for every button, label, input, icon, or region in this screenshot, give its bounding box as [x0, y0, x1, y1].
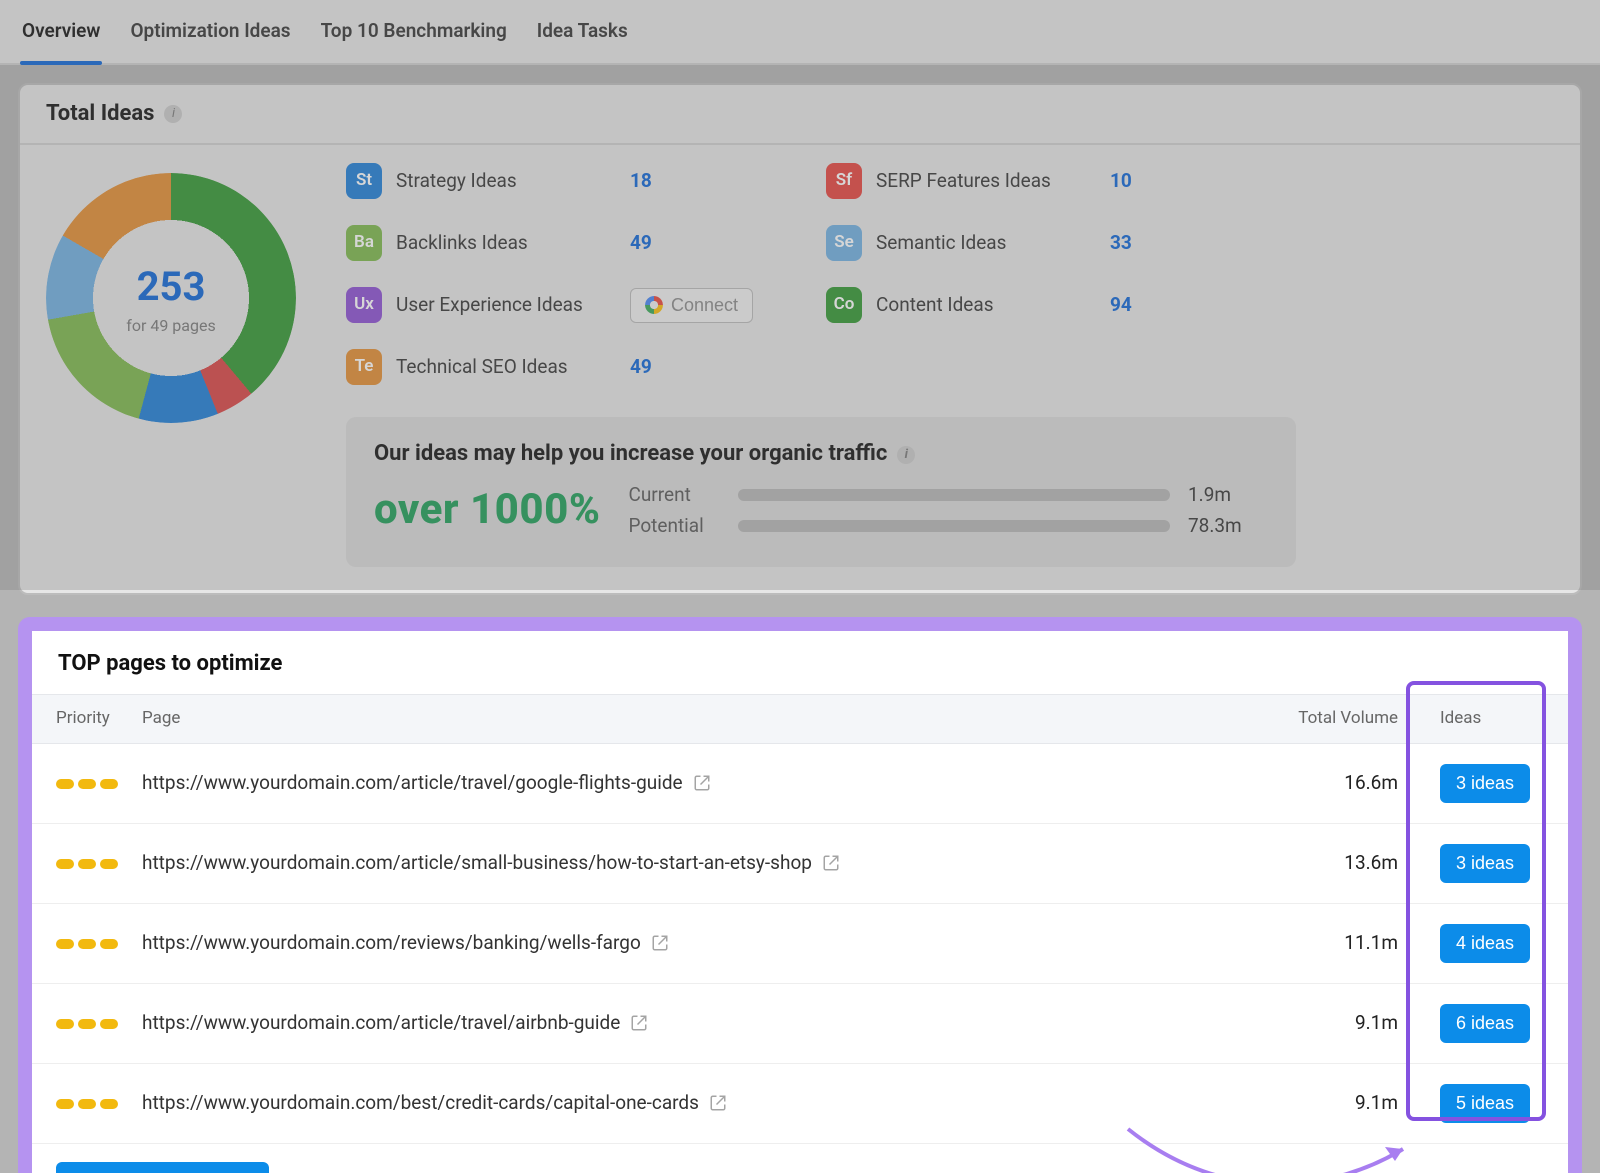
ideas-button[interactable]: 3 ideas [1440, 764, 1530, 803]
cat-label: Technical SEO Ideas [396, 354, 616, 381]
table-header: Priority Page Total Volume Ideas [32, 694, 1568, 744]
priority-indicator [32, 930, 142, 957]
potential-value: 78.3m [1188, 513, 1268, 540]
connect-label: Connect [671, 295, 738, 316]
chip-te-icon: Te [346, 349, 382, 385]
top-pages-card: TOP pages to optimize Priority Page Tota… [18, 617, 1582, 1173]
table-row[interactable]: https://www.yourdomain.com/article/small… [32, 824, 1568, 904]
total-volume: 9.1m [1248, 1010, 1418, 1037]
cat-value: 18 [630, 168, 652, 195]
page-url[interactable]: https://www.yourdomain.com/reviews/banki… [142, 930, 641, 957]
cat-label: Backlinks Ideas [396, 230, 616, 257]
col-ideas: Ideas [1418, 695, 1568, 743]
potential-bar [738, 520, 1170, 532]
boost-percent: over 1000% [374, 481, 600, 540]
cat-strategy[interactable]: St Strategy Ideas 18 [346, 163, 816, 199]
external-link-icon[interactable] [630, 1014, 648, 1032]
table-row[interactable]: https://www.yourdomain.com/article/trave… [32, 984, 1568, 1064]
chip-st-icon: St [346, 163, 382, 199]
priority-indicator [32, 1010, 142, 1037]
cat-backlinks[interactable]: Ba Backlinks Ideas 49 [346, 225, 816, 261]
boost-headline: Our ideas may help you increase your org… [374, 439, 887, 470]
current-label: Current [628, 482, 720, 509]
col-volume: Total Volume [1248, 695, 1418, 743]
total-ideas-title: Total Ideas [46, 99, 154, 130]
cat-value: 49 [630, 230, 652, 257]
ideas-button[interactable]: 6 ideas [1440, 1004, 1530, 1043]
page-url[interactable]: https://www.yourdomain.com/article/small… [142, 850, 812, 877]
total-volume: 16.6m [1248, 770, 1418, 797]
info-icon[interactable]: i [897, 446, 915, 464]
cat-value: 94 [1110, 292, 1132, 319]
chip-se-icon: Se [826, 225, 862, 261]
ideas-pages-sub: for 49 pages [126, 315, 215, 337]
tab-optimization-ideas[interactable]: Optimization Ideas [128, 8, 292, 63]
ideas-total-count: 253 [137, 259, 206, 315]
cat-user-experience[interactable]: Ux User Experience Ideas Connect [346, 287, 816, 323]
table-row[interactable]: https://www.yourdomain.com/reviews/banki… [32, 904, 1568, 984]
view-all-pages-button[interactable]: View all pages & ideas [56, 1162, 269, 1173]
tab-idea-tasks[interactable]: Idea Tasks [535, 8, 630, 63]
chip-co-icon: Co [826, 287, 862, 323]
chip-ux-icon: Ux [346, 287, 382, 323]
ideas-button[interactable]: 3 ideas [1440, 844, 1530, 883]
cat-semantic[interactable]: Se Semantic Ideas 33 [826, 225, 1296, 261]
page-url[interactable]: https://www.yourdomain.com/article/trave… [142, 770, 683, 797]
total-volume: 13.6m [1248, 850, 1418, 877]
cat-content[interactable]: Co Content Ideas 94 [826, 287, 1296, 323]
col-priority: Priority [32, 695, 142, 743]
tab-top10-benchmarking[interactable]: Top 10 Benchmarking [319, 8, 509, 63]
page-url[interactable]: https://www.yourdomain.com/article/trave… [142, 1010, 620, 1037]
current-value: 1.9m [1188, 482, 1268, 509]
ideas-button[interactable]: 4 ideas [1440, 924, 1530, 963]
priority-indicator [32, 770, 142, 797]
cat-label: SERP Features Ideas [876, 168, 1096, 195]
ideas-donut-chart: 253 for 49 pages [46, 173, 296, 423]
cat-serp-features[interactable]: Sf SERP Features Ideas 10 [826, 163, 1296, 199]
external-link-icon[interactable] [709, 1094, 727, 1112]
chip-sf-icon: Sf [826, 163, 862, 199]
table-row[interactable]: https://www.yourdomain.com/article/trave… [32, 744, 1568, 824]
cat-label: User Experience Ideas [396, 292, 616, 319]
cat-value: 49 [630, 354, 652, 381]
cat-label: Content Ideas [876, 292, 1096, 319]
cat-value: 10 [1110, 168, 1132, 195]
potential-label: Potential [628, 513, 720, 540]
total-volume: 9.1m [1248, 1090, 1418, 1117]
cat-label: Semantic Ideas [876, 230, 1096, 257]
external-link-icon[interactable] [651, 934, 669, 952]
google-icon [645, 296, 663, 314]
connect-google-button[interactable]: Connect [630, 288, 753, 323]
tab-overview[interactable]: Overview [20, 8, 102, 63]
external-link-icon[interactable] [822, 854, 840, 872]
col-page: Page [142, 695, 1248, 743]
priority-indicator [32, 850, 142, 877]
page-url[interactable]: https://www.yourdomain.com/best/credit-c… [142, 1090, 699, 1117]
external-link-icon[interactable] [693, 774, 711, 792]
priority-indicator [32, 1090, 142, 1117]
info-icon[interactable]: i [164, 105, 182, 123]
cat-label: Strategy Ideas [396, 168, 616, 195]
tabs-bar: Overview Optimization Ideas Top 10 Bench… [0, 0, 1600, 65]
traffic-boost-panel: Our ideas may help you increase your org… [346, 417, 1296, 567]
cat-technical-seo[interactable]: Te Technical SEO Ideas 49 [346, 349, 816, 385]
annotation-arrow-icon [1118, 1119, 1418, 1173]
current-bar [738, 489, 1170, 501]
chip-ba-icon: Ba [346, 225, 382, 261]
ideas-button[interactable]: 5 ideas [1440, 1084, 1530, 1123]
top-pages-title: TOP pages to optimize [32, 631, 1568, 694]
cat-value: 33 [1110, 230, 1132, 257]
total-volume: 11.1m [1248, 930, 1418, 957]
total-ideas-header: Total Ideas i [20, 85, 1580, 146]
total-ideas-card: Total Ideas i 253 for 49 pages St Strate… [18, 83, 1582, 596]
